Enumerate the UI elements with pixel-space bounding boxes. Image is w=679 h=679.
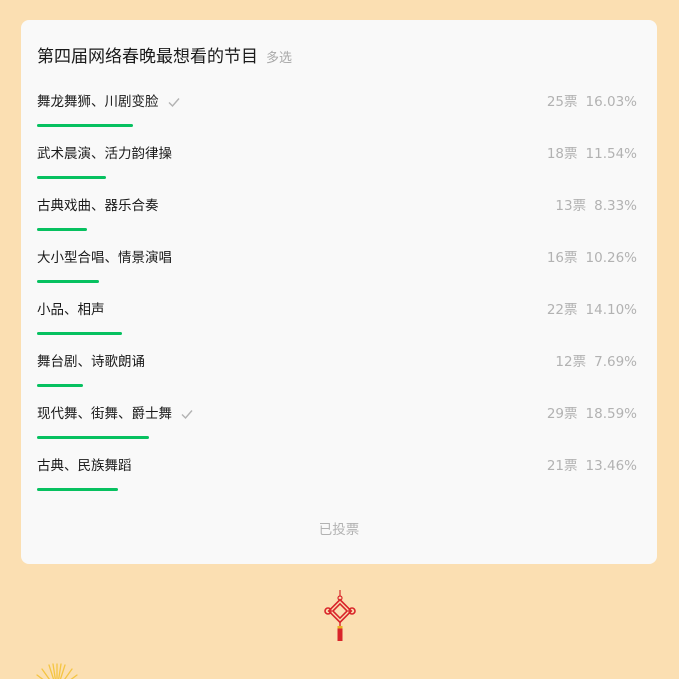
option-stats: 21票 13.46% — [547, 457, 637, 475]
poll-option[interactable]: 大小型合唱、情景演唱 16票 10.26% — [37, 249, 637, 301]
poll-type-label: 多选 — [266, 51, 293, 66]
poll-option[interactable]: 现代舞、街舞、爵士舞 29票 18.59% — [37, 405, 637, 457]
option-progress-bar — [37, 280, 99, 283]
option-text: 古典、民族舞蹈 — [37, 458, 132, 474]
option-progress-bar — [37, 332, 122, 335]
option-text: 现代舞、街舞、爵士舞 — [37, 406, 172, 422]
option-progress-bar — [37, 436, 149, 439]
option-votes: 29票 — [546, 406, 578, 422]
poll-header: 第四届网络春晚最想看的节目 多选 — [37, 42, 292, 67]
option-percent: 8.33% — [594, 198, 637, 214]
option-votes: 22票 — [546, 302, 578, 318]
poll-card: 第四届网络春晚最想看的节目 多选 舞龙舞狮、川剧变脸 25票 16.03% 武术晨演、… — [21, 20, 657, 564]
option-stats: 16票 10.26% — [547, 249, 637, 267]
option-percent: 7.69% — [594, 354, 637, 370]
option-stats: 29票 18.59% — [547, 405, 637, 423]
option-percent: 16.03% — [585, 94, 637, 110]
option-progress-bar — [37, 228, 87, 231]
option-progress-bar — [37, 488, 118, 491]
option-label: 古典、民族舞蹈 — [37, 457, 132, 475]
poll-options-list: 舞龙舞狮、川剧变脸 25票 16.03% 武术晨演、活力韵律操 18票 11.54% 古典戏… — [37, 93, 637, 509]
voted-status: 已投票 — [318, 522, 360, 538]
option-label: 现代舞、街舞、爵士舞 — [37, 405, 194, 423]
option-votes: 18票 — [546, 146, 578, 162]
option-votes: 16票 — [546, 250, 578, 266]
sun-rays-icon — [36, 663, 78, 679]
option-stats: 18票 11.54% — [547, 145, 637, 163]
option-text: 大小型合唱、情景演唱 — [37, 250, 172, 266]
poll-option[interactable]: 舞龙舞狮、川剧变脸 25票 16.03% — [37, 93, 637, 145]
option-progress-bar — [37, 176, 106, 179]
poll-option[interactable]: 舞台剧、诗歌朗诵 12票 7.69% — [37, 353, 637, 405]
option-label: 大小型合唱、情景演唱 — [37, 249, 172, 267]
option-text: 舞台剧、诗歌朗诵 — [37, 354, 145, 370]
option-label: 武术晨演、活力韵律操 — [37, 145, 172, 163]
option-votes: 21票 — [546, 458, 578, 474]
option-text: 古典戏曲、器乐合奏 — [37, 198, 159, 214]
option-progress-bar — [37, 124, 133, 127]
check-icon — [181, 410, 193, 420]
option-stats: 22票 14.10% — [547, 301, 637, 319]
option-percent: 18.59% — [585, 406, 637, 422]
option-votes: 25票 — [546, 94, 578, 110]
option-votes: 13票 — [555, 198, 587, 214]
option-percent: 14.10% — [585, 302, 637, 318]
option-votes: 12票 — [555, 354, 587, 370]
option-text: 舞龙舞狮、川剧变脸 — [37, 94, 159, 110]
option-stats: 25票 16.03% — [547, 93, 637, 111]
option-label: 小品、相声 — [37, 301, 105, 319]
option-label: 古典戏曲、器乐合奏 — [37, 197, 159, 215]
option-label: 舞龙舞狮、川剧变脸 — [37, 93, 181, 111]
poll-title: 第四届网络春晚最想看的节目 — [37, 47, 258, 67]
option-stats: 12票 7.69% — [555, 353, 637, 371]
chinese-knot-icon — [324, 590, 356, 641]
page: { "poll": { "title": "第四届网络春晚最想看的节目", "t… — [0, 0, 679, 679]
check-icon — [168, 98, 180, 108]
option-stats: 13票 8.33% — [555, 197, 637, 215]
option-text: 小品、相声 — [37, 302, 105, 318]
option-label: 舞台剧、诗歌朗诵 — [37, 353, 145, 371]
option-text: 武术晨演、活力韵律操 — [37, 146, 172, 162]
poll-option[interactable]: 小品、相声 22票 14.10% — [37, 301, 637, 353]
option-percent: 11.54% — [585, 146, 637, 162]
poll-option[interactable]: 武术晨演、活力韵律操 18票 11.54% — [37, 145, 637, 197]
poll-option[interactable]: 古典、民族舞蹈 21票 13.46% — [37, 457, 637, 509]
poll-option[interactable]: 古典戏曲、器乐合奏 13票 8.33% — [37, 197, 637, 249]
option-percent: 10.26% — [585, 250, 637, 266]
option-percent: 13.46% — [585, 458, 637, 474]
option-progress-bar — [37, 384, 83, 387]
